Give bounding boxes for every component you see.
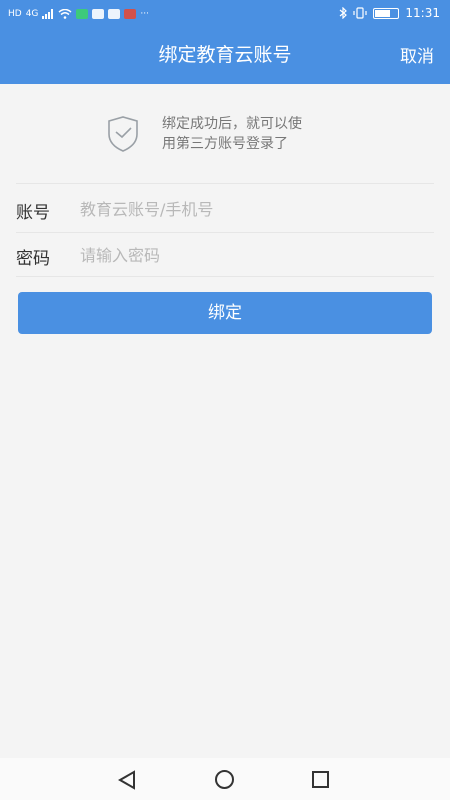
status-icons-left: HD 4G ··· xyxy=(8,6,149,22)
cancel-button[interactable]: 取消 xyxy=(400,42,434,67)
vibrate-icon xyxy=(353,7,368,19)
form-divider-bottom xyxy=(16,276,434,277)
notice-text: 绑定成功后，就可以使 用第三方账号登录了 xyxy=(162,114,372,154)
notice-line-2: 用第三方账号登录了 xyxy=(162,136,288,152)
header-bar: HD 4G ··· 11:31 绑定教育云账号 取消 xyxy=(0,0,450,84)
back-triangle-icon[interactable] xyxy=(117,770,137,790)
form-divider-top xyxy=(16,183,434,184)
network-badge: HD xyxy=(8,9,22,19)
status-icons-right: 11:31 xyxy=(339,6,440,20)
app-notification-icon xyxy=(76,9,89,19)
form-divider-middle xyxy=(16,232,434,233)
notification-icon xyxy=(108,9,121,19)
notice-line-1: 绑定成功后，就可以使 xyxy=(162,116,302,132)
shield-check-icon xyxy=(108,116,138,152)
account-label: 账号 xyxy=(16,203,50,223)
password-label: 密码 xyxy=(16,249,50,269)
recent-square-icon[interactable] xyxy=(312,771,329,788)
status-time: 11:31 xyxy=(405,6,440,20)
mail-icon xyxy=(92,9,105,19)
signal-label: 4G xyxy=(25,9,39,19)
signal-icon xyxy=(42,9,54,19)
bluetooth-icon xyxy=(340,7,348,19)
alert-icon xyxy=(124,9,137,19)
system-navigation-bar xyxy=(0,758,450,800)
page-title: 绑定教育云账号 xyxy=(158,44,292,66)
more-notifications: ··· xyxy=(140,9,149,19)
bind-button[interactable]: 绑定 xyxy=(18,292,432,334)
account-input[interactable] xyxy=(80,194,430,224)
bind-notice: 绑定成功后，就可以使 用第三方账号登录了 xyxy=(106,114,366,154)
home-circle-icon[interactable] xyxy=(215,770,234,789)
wifi-icon xyxy=(58,9,72,19)
battery-icon xyxy=(373,7,400,19)
status-bar: HD 4G ··· 11:31 xyxy=(0,0,450,30)
password-input[interactable] xyxy=(80,240,430,270)
